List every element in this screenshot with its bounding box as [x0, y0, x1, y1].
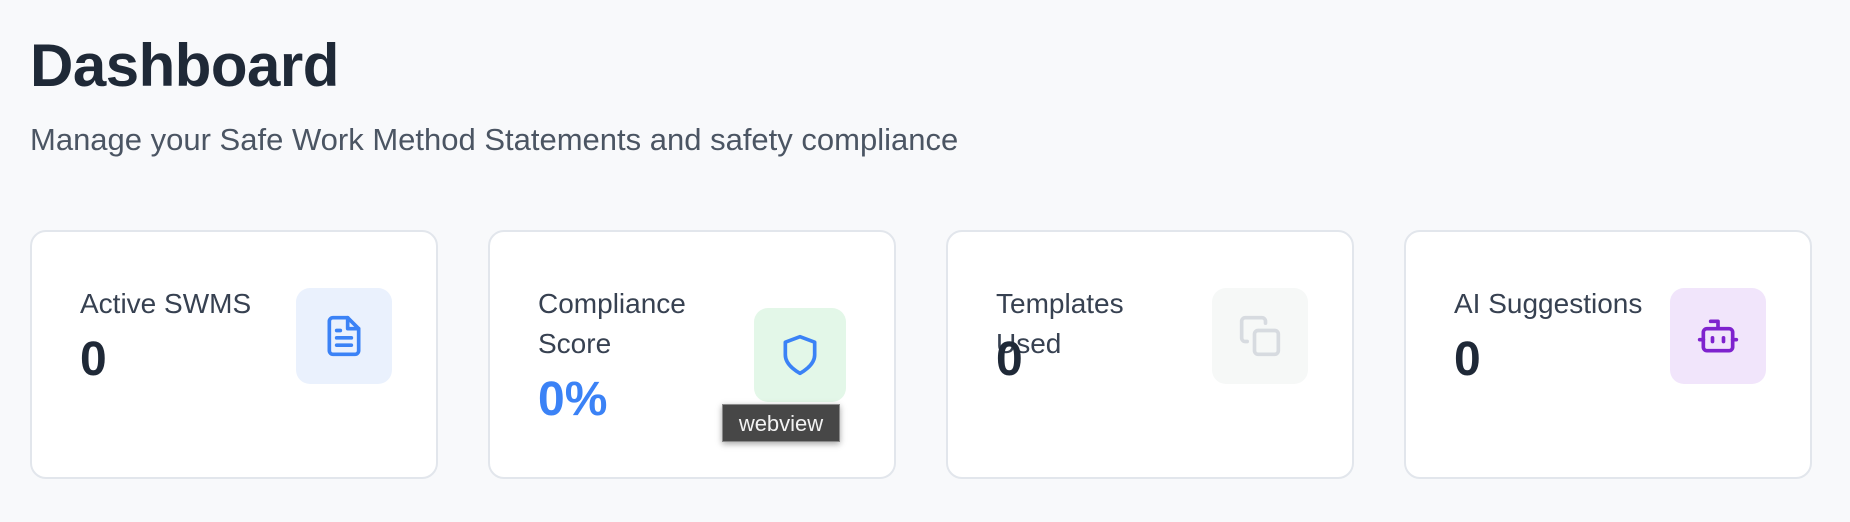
copy-icon-box [1212, 288, 1308, 384]
stat-card-active-swms[interactable]: Active SWMS 0 [30, 230, 438, 479]
stats-cards: Active SWMS 0 Compliance Score 0% Templa… [30, 230, 1814, 481]
stat-value: 0 [1454, 333, 1481, 386]
stat-card-templates-used[interactable]: Templates Used 0 [946, 230, 1354, 479]
stat-label: Templates Used [996, 288, 1124, 359]
document-icon [327, 315, 361, 357]
document-icon-box [296, 288, 392, 384]
shield-icon [783, 334, 817, 376]
robot-icon [1697, 319, 1739, 353]
stat-value: 0 [996, 333, 1023, 386]
copy-icon [1239, 315, 1281, 357]
page-title: Dashboard [30, 32, 339, 99]
stat-label: Active SWMS [80, 288, 252, 319]
webview-tooltip: webview [722, 404, 840, 442]
stat-value: 0% [538, 373, 608, 426]
stat-label: AI Suggestions [1454, 288, 1643, 319]
stat-label: Compliance Score [538, 288, 686, 359]
stat-card-ai-suggestions[interactable]: AI Suggestions 0 [1404, 230, 1812, 479]
robot-icon-box [1670, 288, 1766, 384]
stat-value: 0 [80, 333, 107, 386]
page-subtitle: Manage your Safe Work Method Statements … [30, 122, 959, 157]
shield-icon-box [754, 308, 846, 402]
